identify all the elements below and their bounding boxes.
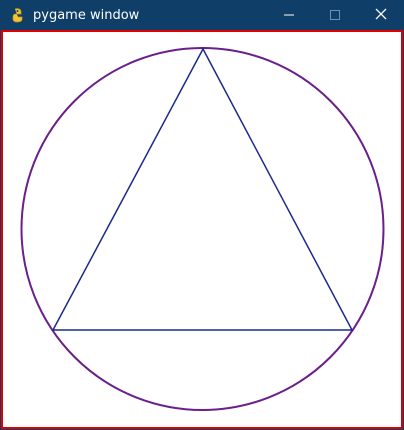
title-bar[interactable]: pygame window	[0, 0, 404, 30]
drawing-canvas	[20, 47, 385, 411]
triangle-shape	[51, 47, 354, 331]
window-controls	[266, 0, 404, 30]
pygame-window: pygame window	[0, 0, 404, 430]
minimize-button[interactable]	[266, 0, 312, 30]
pygame-snake-icon	[10, 7, 26, 23]
close-icon	[374, 6, 388, 25]
close-button[interactable]	[358, 0, 404, 30]
circle-shape	[20, 47, 385, 411]
maximize-button[interactable]	[312, 0, 358, 30]
minimize-icon	[283, 6, 295, 25]
window-title: pygame window	[33, 7, 140, 23]
pygame-surface[interactable]	[1, 30, 403, 429]
maximize-icon	[329, 6, 341, 25]
